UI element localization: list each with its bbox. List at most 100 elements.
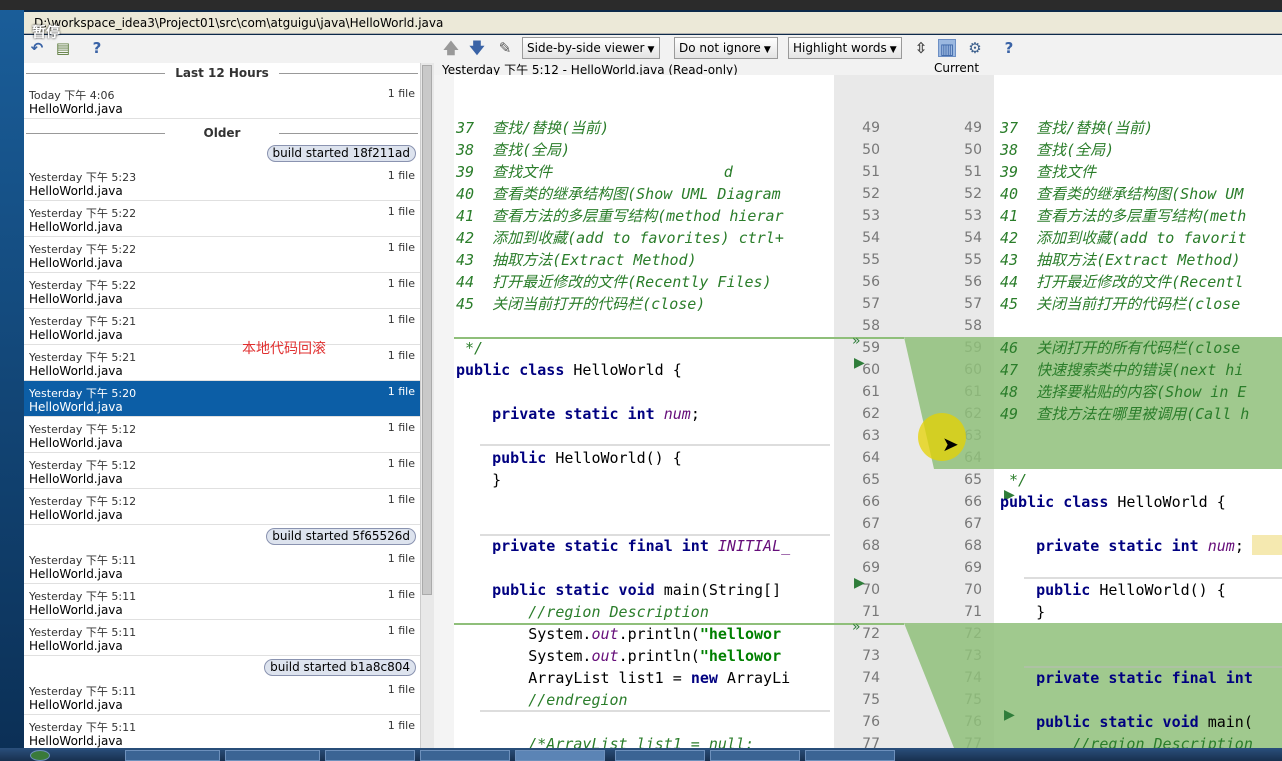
taskbar-item[interactable] [615, 750, 705, 761]
history-row-count: 1 file [387, 169, 415, 182]
code-token: 43 抽取方法(Extract Method) [456, 251, 697, 269]
history-row[interactable]: Yesterday 下午 5:11 HelloWorld.java 1 file [24, 679, 420, 715]
left-code-line: 41 查看方法的多层重写结构(method hierar [456, 205, 784, 227]
highlight-select[interactable]: Highlight words ▼ [788, 37, 902, 59]
window-path: D:\workspace_idea3\Project01\src\com\atg… [34, 16, 444, 30]
apply-change-icon[interactable]: » [852, 619, 861, 635]
history-row[interactable]: Yesterday 下午 5:23 HelloWorld.java 1 file [24, 165, 420, 201]
history-row-date: Yesterday 下午 5:11 [29, 554, 137, 567]
taskbar-item[interactable] [710, 750, 800, 761]
history-row[interactable]: Yesterday 下午 5:11 HelloWorld.java 1 file [24, 715, 420, 748]
code-token: public [456, 449, 547, 467]
left-code-line: */ [456, 337, 483, 359]
right-code-line: 37 查找/替换(当前) [1000, 117, 1153, 139]
left-code-line: /*ArrayList list1 = null; [456, 733, 754, 748]
code-token: public static void [1000, 713, 1199, 731]
diff-help-icon[interactable]: ? [1000, 39, 1018, 57]
taskbar-item[interactable] [125, 750, 220, 761]
history-separator: Older [24, 123, 420, 143]
code-token: ArrayLi [717, 669, 791, 687]
right-code-line: 49 查找方法在哪里被调用(Call h [1000, 403, 1249, 425]
code-token: //region Description [456, 603, 709, 621]
taskbar-item[interactable] [225, 750, 320, 761]
history-scroll-thumb[interactable] [422, 65, 432, 595]
history-row-date: Yesterday 下午 5:22 [29, 243, 137, 256]
os-taskbar [0, 748, 1282, 761]
history-row[interactable]: Today 下午 4:06 HelloWorld.java 1 file [24, 83, 420, 119]
history-row-file: HelloWorld.java [29, 603, 123, 617]
code-token: HelloWorld { [564, 361, 682, 379]
code-token: System. [456, 625, 592, 643]
right-code-line: 47 快速搜索类中的错误(next hi [1000, 359, 1243, 381]
history-row-date: Yesterday 下午 5:21 [29, 351, 137, 364]
right-code-line: */ [1000, 469, 1027, 491]
code-token: 39 查找文件 [1000, 163, 1097, 181]
start-button-icon[interactable] [30, 750, 50, 761]
history-row[interactable]: Yesterday 下午 5:11 HelloWorld.java 1 file [24, 584, 420, 620]
history-row-date: Yesterday 下午 5:12 [29, 459, 137, 472]
prev-diff-icon[interactable]: 🡅 [442, 39, 460, 57]
history-row[interactable]: Yesterday 下午 5:12 HelloWorld.java 1 file [24, 453, 420, 489]
history-row-file: HelloWorld.java [29, 256, 123, 270]
left-code-line: //endregion [456, 689, 628, 711]
annotation-text: 本地代码回滚 [242, 341, 326, 357]
history-row[interactable]: Yesterday 下午 5:22 HelloWorld.java 1 file [24, 237, 420, 273]
history-row[interactable]: Yesterday 下午 5:11 HelloWorld.java 1 file [24, 548, 420, 584]
history-row[interactable]: Yesterday 下午 5:12 HelloWorld.java 1 file [24, 489, 420, 525]
apply-change-icon[interactable]: ▶ [854, 355, 865, 371]
history-row-count: 1 file [387, 421, 415, 434]
paused-overlay: 暂停 [32, 25, 60, 41]
settings-gear-icon[interactable]: ⚙ [966, 39, 984, 57]
code-token: private static int [1000, 537, 1199, 555]
collapse-icon[interactable]: ⇳ [912, 39, 930, 57]
taskbar-item[interactable] [420, 750, 510, 761]
taskbar-item[interactable] [515, 750, 605, 761]
history-row-file: HelloWorld.java [29, 698, 123, 712]
left-block-line [454, 337, 904, 339]
history-row-file: HelloWorld.java [29, 184, 123, 198]
right-code-line: public class HelloWorld { [1000, 491, 1226, 513]
code-token: //endregion [456, 691, 628, 709]
taskbar-item[interactable] [805, 750, 895, 761]
history-row[interactable]: Yesterday 下午 5:12 HelloWorld.java 1 file [24, 417, 420, 453]
history-row[interactable]: Yesterday 下午 5:22 HelloWorld.java 1 file [24, 273, 420, 309]
history-row[interactable]: Yesterday 下午 5:21 HelloWorld.java 1 file [24, 345, 420, 381]
history-row-date: Yesterday 下午 5:22 [29, 279, 137, 292]
mouse-pointer-icon: ➤ [942, 432, 959, 456]
history-row-file: HelloWorld.java [29, 639, 123, 653]
history-row-count: 1 file [387, 87, 415, 100]
code-token: 38 查找(全局) [456, 141, 571, 159]
code-token: 44 打开最近修改的文件(Recently Files) [456, 273, 772, 291]
history-row[interactable]: Yesterday 下午 5:20 HelloWorld.java 1 file [24, 381, 420, 417]
build-label-badge: build started 5f65526d [266, 528, 416, 545]
apply-change-icon[interactable]: » [852, 333, 861, 349]
history-row-date: Yesterday 下午 5:20 [29, 387, 137, 400]
sync-scroll-icon[interactable]: ▥ [938, 39, 956, 58]
right-code-line: 48 选择要粘贴的内容(Show in E [1000, 381, 1246, 403]
history-row-count: 1 file [387, 313, 415, 326]
history-row-date: Yesterday 下午 5:11 [29, 590, 137, 603]
apply-change-icon[interactable]: ▶ [854, 575, 865, 591]
history-row[interactable]: Yesterday 下午 5:21 HelloWorld.java 1 file [24, 309, 420, 345]
code-token: 40 查看类的继承结构图(Show UML Diagram [456, 185, 781, 203]
right-pane-title: Current [934, 61, 980, 75]
help-icon[interactable]: ? [88, 39, 106, 57]
right-code-line: 46 关闭打开的所有代码栏(close [1000, 337, 1240, 359]
edit-source-icon[interactable]: ✎ [496, 39, 514, 57]
whitespace-select[interactable]: Do not ignore ▼ [674, 37, 778, 59]
left-code-line: ArrayList list1 = new ArrayLi [456, 667, 790, 689]
history-row-count: 1 file [387, 385, 415, 398]
history-row-count: 1 file [387, 457, 415, 470]
code-token: .println( [618, 625, 700, 643]
history-row[interactable]: Yesterday 下午 5:22 HelloWorld.java 1 file [24, 201, 420, 237]
history-row-count: 1 file [387, 719, 415, 732]
taskbar-item[interactable] [325, 750, 415, 761]
code-token: num [1207, 537, 1235, 555]
code-token: 42 添加到收藏(add to favorites) ctrl+ [456, 229, 784, 247]
history-row-date: Yesterday 下午 5:22 [29, 207, 137, 220]
code-token: ; [1234, 537, 1244, 555]
history-row[interactable]: Yesterday 下午 5:11 HelloWorld.java 1 file [24, 620, 420, 656]
viewer-select[interactable]: Side-by-side viewer ▼ [522, 37, 660, 59]
next-diff-icon[interactable]: 🡇 [468, 39, 486, 57]
